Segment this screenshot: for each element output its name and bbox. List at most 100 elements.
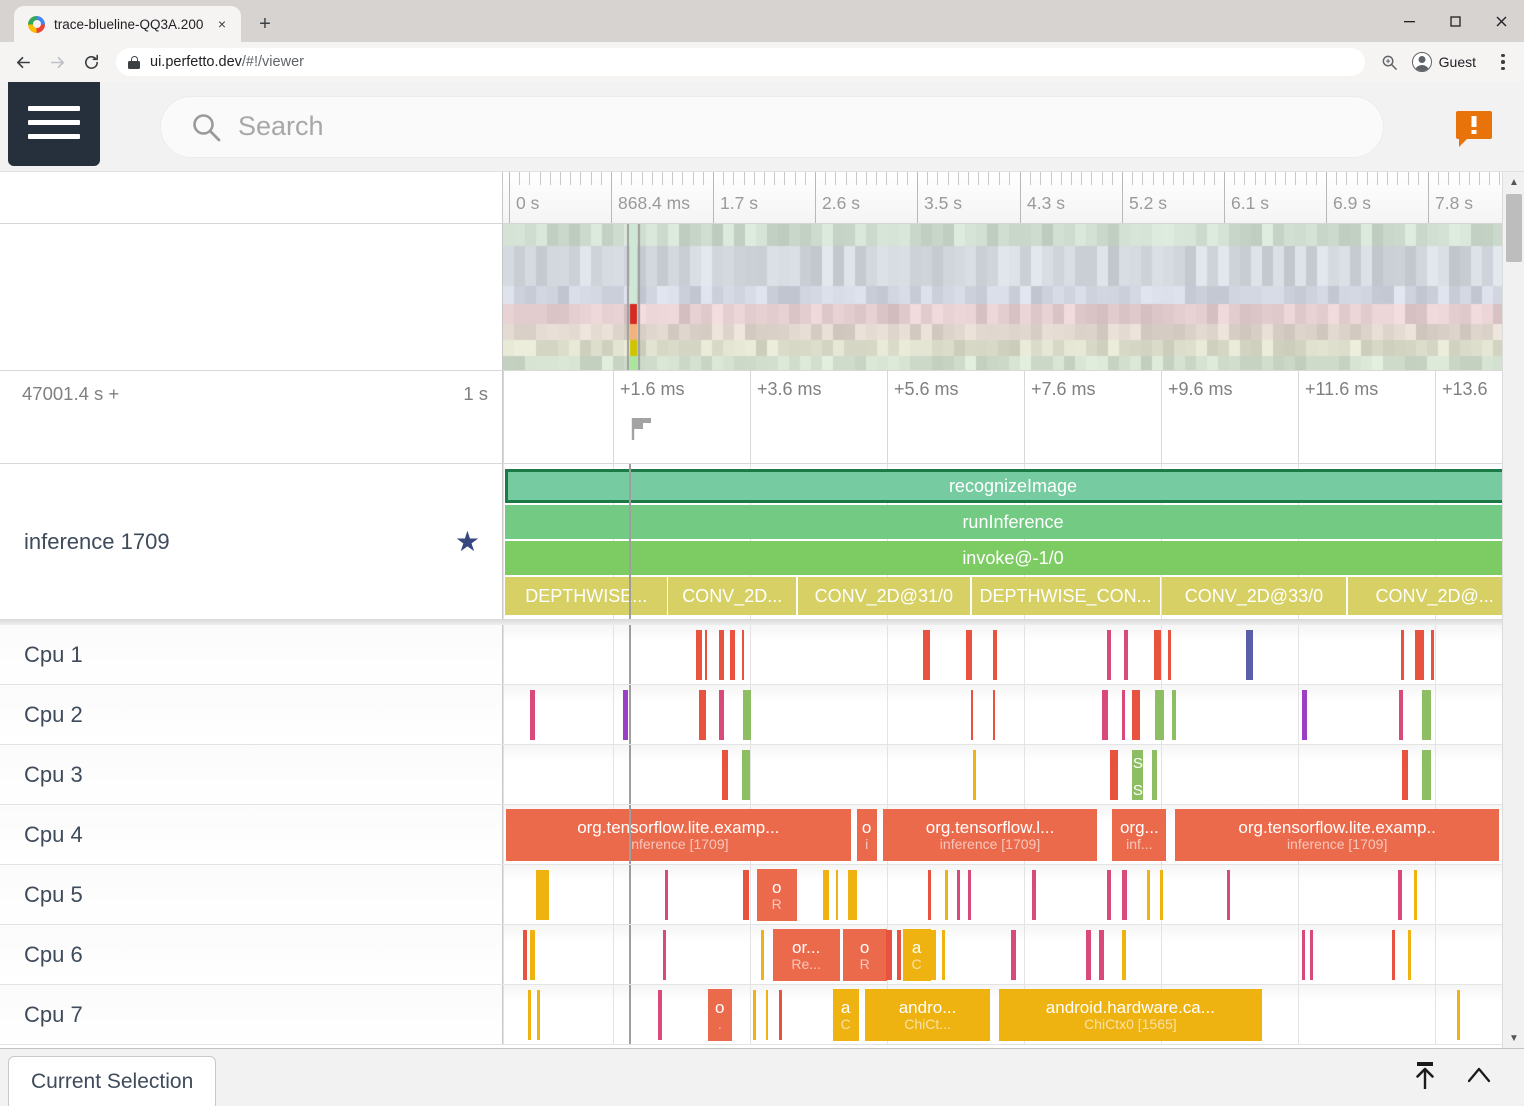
hamburger-icon[interactable] bbox=[8, 82, 100, 166]
offset-panel[interactable]: +1.6 ms+3.6 ms+5.6 ms+7.6 ms+9.6 ms+11.6… bbox=[503, 371, 1524, 463]
current-selection-tab[interactable]: Current Selection bbox=[8, 1056, 216, 1106]
cpu-slice[interactable] bbox=[1399, 690, 1403, 740]
cpu-track-canvas[interactable]: or...Re...oR aC bbox=[503, 925, 1524, 984]
slice[interactable]: DEPTHWISE_CON... bbox=[972, 577, 1161, 615]
cpu-slice[interactable] bbox=[966, 630, 972, 680]
cpu-slice[interactable]: org.tensorflow.l...inference [1709] bbox=[883, 809, 1098, 861]
alert-bubble-icon[interactable] bbox=[1456, 111, 1492, 143]
cpu-slice[interactable] bbox=[1310, 930, 1313, 980]
cpu-slice[interactable] bbox=[931, 930, 936, 980]
cpu-slice[interactable] bbox=[623, 690, 628, 740]
slice[interactable]: CONV_2D@... bbox=[1348, 577, 1522, 615]
scroll-down-arrow-icon[interactable]: ▼ bbox=[1503, 1028, 1524, 1048]
cpu-slice[interactable] bbox=[848, 870, 857, 920]
new-tab-button[interactable]: + bbox=[250, 9, 280, 39]
cpu-slice[interactable] bbox=[743, 690, 751, 740]
cpu-slice[interactable] bbox=[658, 990, 662, 1040]
cpu-slice[interactable] bbox=[742, 750, 750, 800]
cpu-slice[interactable] bbox=[1122, 690, 1125, 740]
vertical-scrollbar[interactable]: ▲ ▼ bbox=[1502, 172, 1524, 1048]
cpu-slice[interactable] bbox=[719, 630, 724, 680]
minimize-icon[interactable] bbox=[1386, 0, 1432, 42]
cpu-slice[interactable] bbox=[1160, 870, 1163, 920]
cpu-slice[interactable] bbox=[1431, 630, 1433, 680]
cpu-slice[interactable] bbox=[973, 750, 976, 800]
cpu-slice[interactable] bbox=[705, 630, 707, 680]
cpu-slice[interactable] bbox=[1152, 750, 1157, 800]
cpu-slice[interactable] bbox=[897, 930, 901, 980]
cpu-slice[interactable] bbox=[1408, 930, 1411, 980]
move-to-top-icon[interactable] bbox=[1408, 1059, 1442, 1098]
cpu-slice[interactable] bbox=[836, 870, 838, 920]
cpu-slice[interactable]: oi bbox=[857, 809, 877, 861]
slice[interactable]: CONV_2D@31/0 bbox=[798, 577, 971, 615]
search-input[interactable] bbox=[238, 111, 1354, 142]
slice[interactable]: invoke@-1/0 bbox=[505, 541, 1522, 575]
cpu-track-canvas[interactable]: oR bbox=[503, 865, 1524, 924]
profile-button[interactable]: Guest bbox=[1407, 48, 1488, 76]
cpu-slice[interactable] bbox=[523, 930, 527, 980]
cpu-slice[interactable] bbox=[528, 990, 531, 1040]
cpu-slice[interactable] bbox=[1422, 690, 1431, 740]
cpu-slice[interactable] bbox=[993, 690, 995, 740]
cpu-slice[interactable] bbox=[766, 990, 768, 1040]
cpu-slice[interactable] bbox=[663, 930, 666, 980]
inference-track-panel[interactable]: recognizeImagerunInferenceinvoke@-1/0DEP… bbox=[503, 464, 1524, 619]
cpu-slice[interactable]: oR bbox=[843, 929, 887, 981]
cpu-slice[interactable]: oR bbox=[757, 869, 797, 921]
cpu-slice[interactable]: or...Re... bbox=[773, 929, 840, 981]
cpu-slice[interactable] bbox=[1392, 930, 1395, 980]
cpu-slice[interactable] bbox=[1457, 990, 1460, 1040]
cpu-slice[interactable] bbox=[1155, 690, 1163, 740]
scroll-thumb[interactable] bbox=[1506, 194, 1522, 262]
cpu-slice[interactable] bbox=[1122, 870, 1127, 920]
search-box[interactable] bbox=[160, 96, 1384, 158]
slice[interactable]: DEPTHWISE... bbox=[505, 577, 668, 615]
cpu-slice[interactable] bbox=[1302, 690, 1307, 740]
cpu-slice[interactable]: android.hardware.ca...ChiCtx0 [1565] bbox=[999, 989, 1263, 1041]
slice-selected[interactable]: recognizeImage bbox=[505, 469, 1522, 503]
ruler-panel[interactable]: 0 s868.4 ms1.7 s2.6 s3.5 s4.3 s5.2 s6.1 … bbox=[503, 172, 1524, 223]
slice[interactable]: CONV_2D... bbox=[668, 577, 797, 615]
cpu-track-shell-4[interactable]: Cpu 4 bbox=[0, 805, 503, 864]
cpu-slice[interactable] bbox=[1398, 870, 1401, 920]
chevron-up-icon[interactable] bbox=[1464, 1061, 1494, 1096]
cpu-slice[interactable] bbox=[1011, 930, 1016, 980]
cpu-slice[interactable] bbox=[719, 690, 724, 740]
inference-track-shell[interactable]: inference 1709 ★ bbox=[0, 464, 503, 619]
cpu-slice[interactable] bbox=[942, 930, 945, 980]
close-window-icon[interactable] bbox=[1478, 0, 1524, 42]
slice[interactable]: CONV_2D@33/0 bbox=[1162, 577, 1348, 615]
cpu-slice[interactable] bbox=[665, 870, 668, 920]
cpu-slice[interactable] bbox=[968, 870, 971, 920]
cpu-slice[interactable] bbox=[923, 630, 930, 680]
cpu-slice[interactable] bbox=[1246, 630, 1253, 680]
scroll-up-arrow-icon[interactable]: ▲ bbox=[1503, 172, 1524, 192]
back-arrow-icon[interactable] bbox=[8, 47, 38, 77]
cpu-slice[interactable] bbox=[993, 630, 998, 680]
cpu-track-shell-7[interactable]: Cpu 7 bbox=[0, 985, 503, 1044]
cpu-slice[interactable] bbox=[1107, 630, 1110, 680]
cpu-track-canvas[interactable]: org.tensorflow.lite.examp...inference [1… bbox=[503, 805, 1524, 864]
cpu-slice[interactable] bbox=[945, 870, 948, 920]
zoom-search-icon[interactable] bbox=[1375, 47, 1405, 77]
cpu-slice[interactable] bbox=[1132, 690, 1139, 740]
cpu-slice[interactable] bbox=[1401, 630, 1404, 680]
cpu-slice[interactable] bbox=[886, 930, 892, 980]
cpu-slice[interactable] bbox=[957, 870, 960, 920]
cpu-slice[interactable]: aC bbox=[903, 929, 931, 981]
cpu-slice[interactable] bbox=[537, 990, 540, 1040]
bookmark-flag-icon[interactable] bbox=[629, 416, 655, 442]
cpu-slice[interactable] bbox=[1302, 930, 1305, 980]
cpu-slice[interactable] bbox=[1102, 690, 1107, 740]
kebab-menu-icon[interactable] bbox=[1490, 47, 1516, 77]
address-bar[interactable]: ui.perfetto.dev/#!/viewer bbox=[116, 48, 1365, 76]
cpu-slice[interactable] bbox=[1147, 870, 1150, 920]
cpu-slice[interactable]: org.tensorflow.lite.examp...inference [1… bbox=[506, 809, 851, 861]
cpu-slice[interactable] bbox=[971, 690, 973, 740]
cpu-slice[interactable] bbox=[1414, 870, 1417, 920]
cpu-slice[interactable] bbox=[1032, 870, 1035, 920]
cpu-slice[interactable]: aC bbox=[833, 989, 859, 1041]
cpu-slice[interactable] bbox=[696, 630, 702, 680]
cpu-slice[interactable] bbox=[1124, 630, 1127, 680]
